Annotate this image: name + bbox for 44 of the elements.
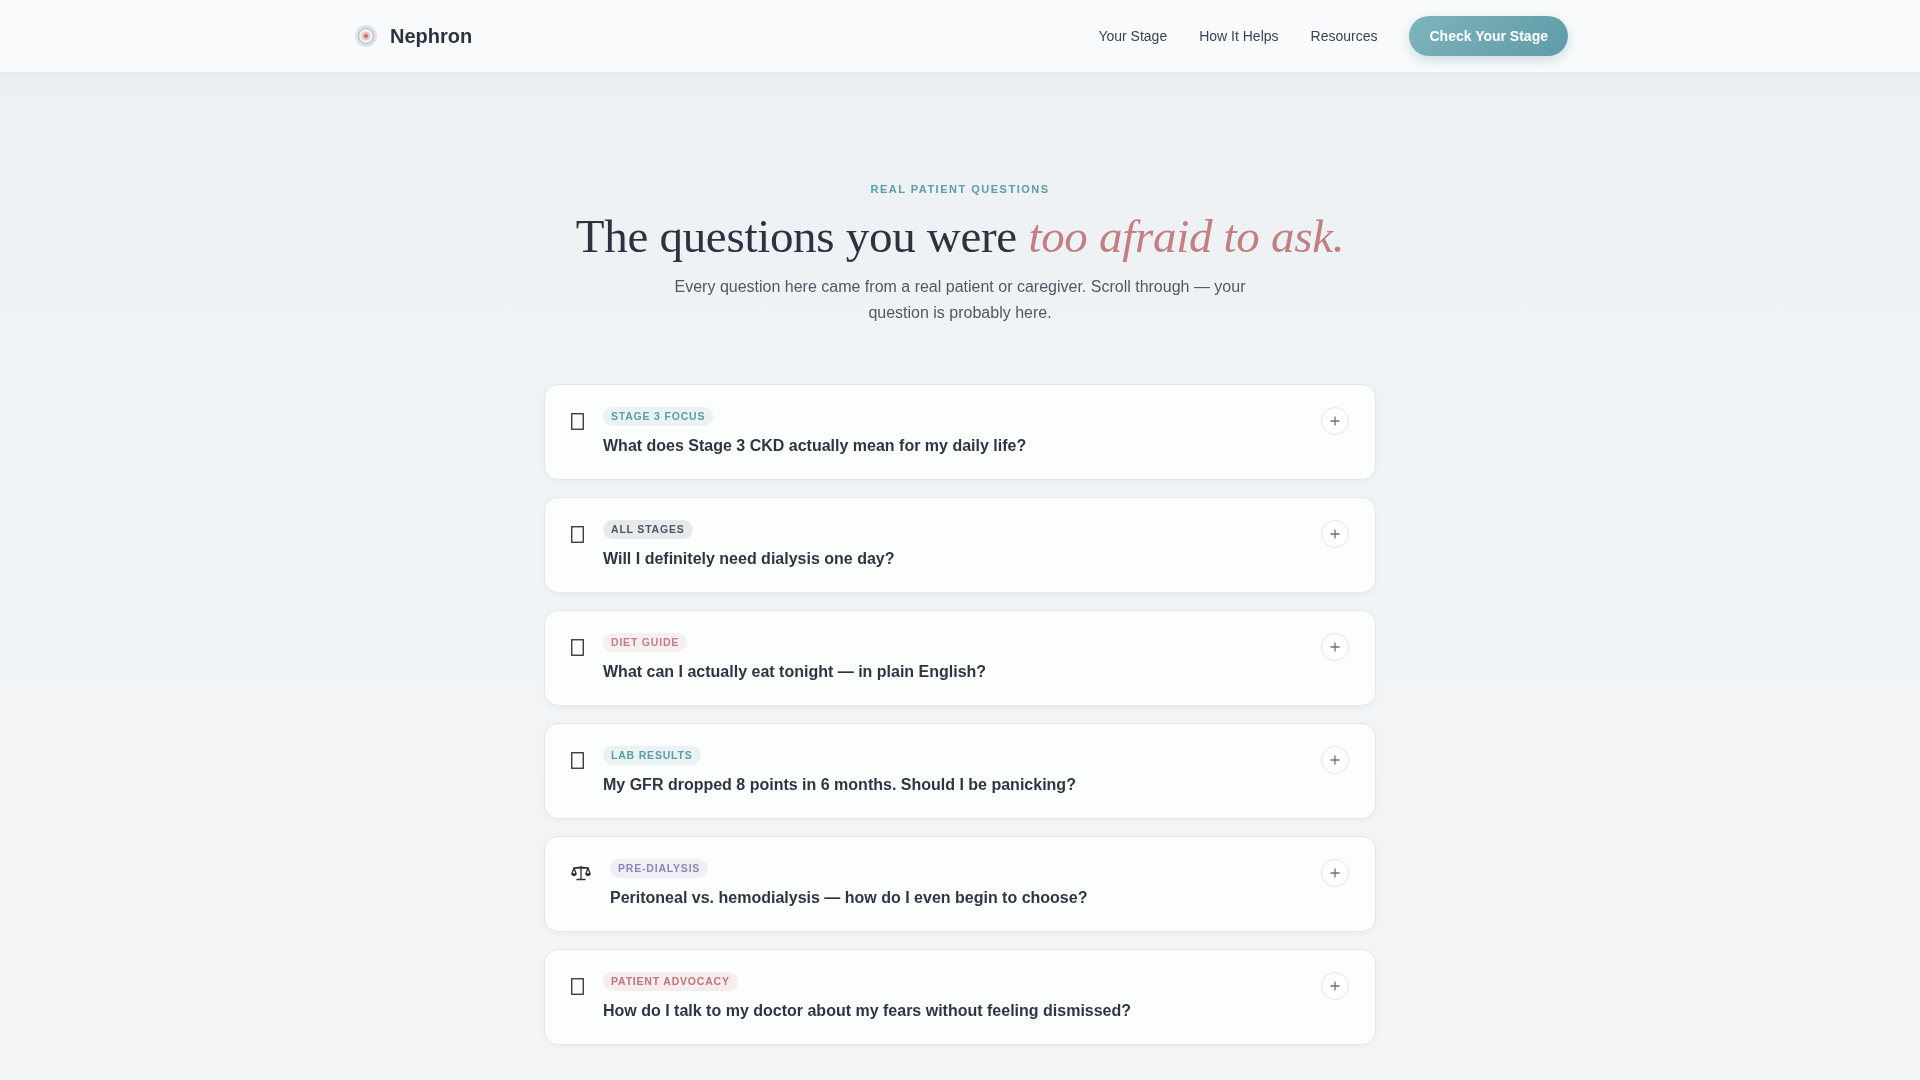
question-text: What can I actually eat tonight — in plain English? <box>603 662 987 682</box>
plus-icon <box>1330 981 1340 991</box>
question-text: What does Stage 3 CKD actually mean for my daily life? <box>603 436 1027 456</box>
question-card[interactable]: ALL STAGES Will I definitely need dialysis one day? <box>544 497 1376 593</box>
category-tag: ALL STAGES <box>603 520 693 539</box>
empty-box-icon <box>571 639 584 656</box>
expand-button[interactable] <box>1321 972 1349 1000</box>
question-text: Will I definitely need dialysis one day? <box>603 549 895 569</box>
logo-icon <box>355 25 377 47</box>
section-eyebrow: REAL PATIENT QUESTIONS <box>870 182 1050 196</box>
category-tag: STAGE 3 FOCUS <box>603 407 714 426</box>
expand-button[interactable] <box>1321 407 1349 435</box>
plus-icon <box>1330 755 1340 765</box>
question-text: How do I talk to my doctor about my fears without feeling dismissed? <box>603 1001 1132 1021</box>
empty-box-icon <box>571 978 584 995</box>
nav-link[interactable]: Your Stage <box>1098 28 1168 44</box>
plus-icon <box>1330 642 1340 652</box>
question-text: My GFR dropped 8 points in 6 months. Should I be panicking? <box>603 775 1076 795</box>
category-tag: LAB RESULTS <box>603 746 701 765</box>
expand-button[interactable] <box>1321 633 1349 661</box>
nav-link[interactable]: Resources <box>1310 28 1378 44</box>
plus-icon <box>1330 529 1340 539</box>
expand-button[interactable] <box>1321 520 1349 548</box>
category-tag: PATIENT ADVOCACY <box>603 972 738 991</box>
question-card[interactable]: LAB RESULTS My GFR dropped 8 points in 6 months. Should I be panicking? <box>544 723 1376 819</box>
expand-button[interactable] <box>1321 746 1349 774</box>
category-tag: PRE-DIALYSIS <box>610 859 709 878</box>
question-text: Peritoneal vs. hemodialysis — how do I even begin to choose? <box>610 888 1088 908</box>
question-card[interactable]: STAGE 3 FOCUS What does Stage 3 CKD actually mean for my daily life? <box>544 384 1376 480</box>
section-title: The questions you were too afraid to ask. <box>575 209 1345 264</box>
category-tag: DIET GUIDE <box>603 633 688 652</box>
section-subtitle: Every question here came from a real patient or caregiver. Scroll through — your question is probably here. <box>673 277 1247 323</box>
nav-link[interactable]: How It Helps <box>1199 28 1279 44</box>
expand-button[interactable] <box>1321 859 1349 887</box>
empty-box-icon <box>571 752 584 769</box>
question-card[interactable]: DIET GUIDE What can I actually eat tonight — in plain English? <box>544 610 1376 706</box>
plus-icon <box>1330 416 1340 426</box>
question-card[interactable]: PATIENT ADVOCACY How do I talk to my doctor about my fears without feeling dismissed? <box>544 949 1376 1045</box>
brand-name[interactable]: Nephron <box>390 24 473 48</box>
scales-icon <box>571 865 591 881</box>
plus-icon <box>1330 868 1340 878</box>
empty-box-icon <box>571 526 584 543</box>
empty-box-icon <box>571 413 584 430</box>
question-card[interactable]: PRE-DIALYSIS Peritoneal vs. hemodialysis — how do I even begin to choose? <box>544 836 1376 932</box>
